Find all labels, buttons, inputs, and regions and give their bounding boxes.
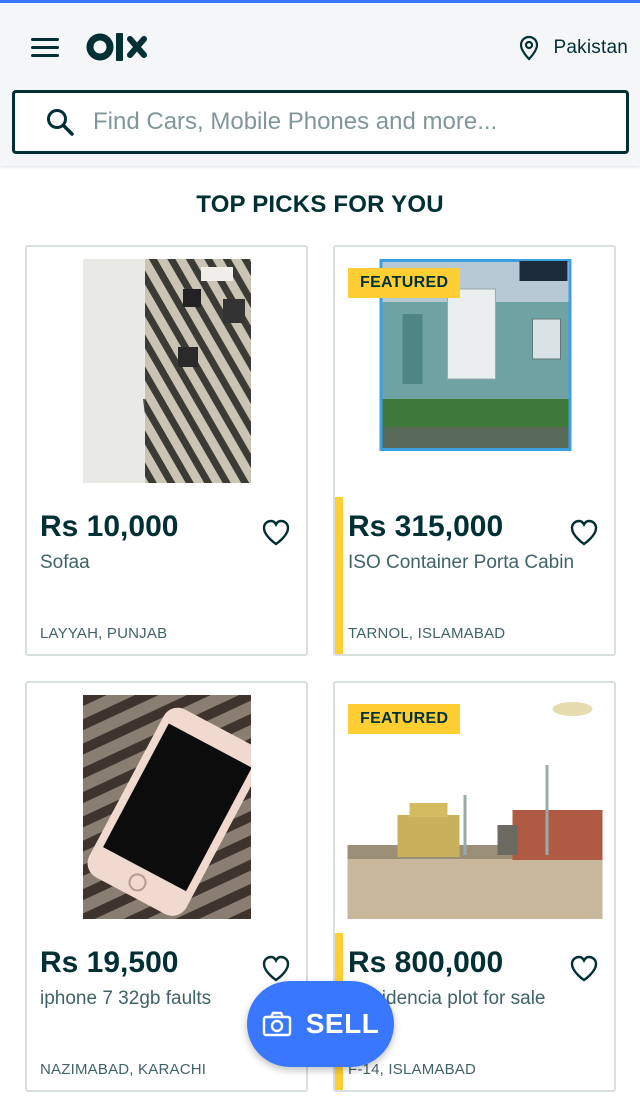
featured-badge: FEATURED	[348, 704, 461, 734]
favorite-heart-icon[interactable]	[569, 518, 599, 546]
listing-price: Rs 800,000	[348, 946, 504, 979]
listing-location: NAZIMABAD, KARACHI	[40, 1061, 207, 1078]
listing-title: iphone 7 32gb faults	[40, 988, 212, 1009]
listing-price: Rs 19,500	[40, 946, 179, 979]
listing-card[interactable]: FEATURED Rs 315,000 ISO Container Porta …	[333, 245, 616, 656]
listing-card[interactable]: Rs 10,000 Sofaa LAYYAH, PUNJAB	[25, 245, 308, 656]
favorite-heart-icon[interactable]	[569, 954, 599, 982]
listing-price: Rs 10,000	[40, 510, 179, 543]
olx-logo[interactable]	[86, 25, 150, 69]
listing-photo	[82, 259, 251, 483]
listing-photo	[82, 695, 251, 919]
sell-button[interactable]: SELL	[247, 981, 394, 1067]
listing-location: TARNOL, ISLAMABAD	[348, 625, 506, 642]
camera-icon	[262, 1011, 291, 1037]
location-pin-icon	[519, 35, 538, 61]
search-icon	[47, 109, 74, 136]
favorite-heart-icon[interactable]	[261, 954, 291, 982]
sell-label: SELL	[305, 1008, 380, 1039]
menu-icon[interactable]	[28, 33, 62, 61]
search-input[interactable]: Find Cars, Mobile Phones and more...	[12, 90, 629, 154]
location-label: Pakistan	[553, 37, 628, 58]
featured-badge: FEATURED	[348, 268, 461, 298]
listing-title: Sofaa	[40, 552, 90, 573]
listing-price: Rs 315,000	[348, 510, 504, 543]
location-selector[interactable]: Pakistan	[518, 31, 628, 65]
search-placeholder: Find Cars, Mobile Phones and more...	[93, 108, 498, 135]
section-title: TOP PICKS FOR YOU	[196, 191, 444, 218]
favorite-heart-icon[interactable]	[261, 518, 291, 546]
app-header: Pakistan Find Cars, Mobile Phones and mo…	[0, 3, 640, 166]
listing-title: ISO Container Porta Cabin	[348, 552, 575, 573]
listing-location: LAYYAH, PUNJAB	[40, 625, 168, 642]
